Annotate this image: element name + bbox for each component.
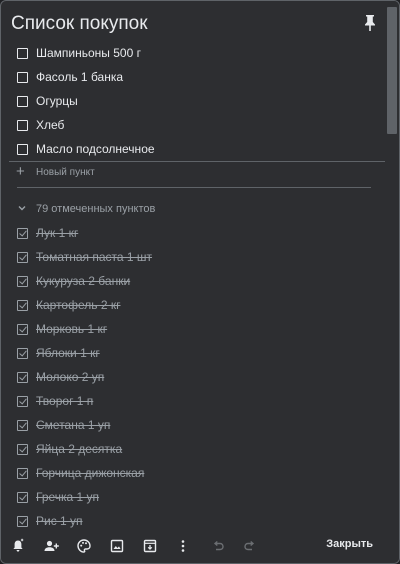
new-item-row[interactable]: + Новый пункт xyxy=(1,163,385,183)
list-item-label[interactable]: Картофель 2 кг xyxy=(36,298,120,312)
checkbox-checked[interactable] xyxy=(17,227,28,239)
list-item-label[interactable]: Гречка 1 уп xyxy=(36,490,99,504)
list-item-label[interactable]: Морковь 1 кг xyxy=(36,322,107,336)
checked-list-item[interactable]: Творог 1 п xyxy=(1,389,385,413)
checkbox-checked[interactable] xyxy=(17,491,28,503)
list-item-label[interactable]: Масло подсолнечное xyxy=(36,142,155,156)
note-toolbar: Закрыть xyxy=(1,529,399,563)
list-item-label[interactable]: Рис 1 уп xyxy=(36,514,83,528)
checkbox-checked[interactable] xyxy=(17,395,28,407)
checkbox-checked[interactable] xyxy=(17,299,28,311)
checkbox-checked[interactable] xyxy=(17,275,28,287)
checked-list-item[interactable]: Картофель 2 кг xyxy=(1,293,385,317)
checkbox[interactable] xyxy=(17,119,28,131)
checkbox-checked[interactable] xyxy=(17,467,28,479)
scrollbar-thumb[interactable] xyxy=(387,7,397,134)
redo-icon[interactable] xyxy=(242,538,258,554)
checkbox-checked[interactable] xyxy=(17,323,28,335)
checkbox[interactable] xyxy=(17,143,28,155)
scrollbar[interactable] xyxy=(385,1,399,529)
list-item-label[interactable]: Фасоль 1 банка xyxy=(36,70,123,84)
note-content[interactable]: Список покупок Шампиньоны 500 г Фасоль 1 … xyxy=(1,1,385,529)
list-item-label[interactable]: Молоко 2 уп xyxy=(36,370,104,384)
palette-icon[interactable] xyxy=(76,538,92,554)
section-divider xyxy=(17,187,371,188)
more-icon[interactable] xyxy=(175,538,191,554)
list-item-label[interactable]: Яйца 2 десятка xyxy=(36,442,122,456)
undo-icon[interactable] xyxy=(210,538,226,554)
checked-list-item[interactable]: Гречка 1 уп xyxy=(1,485,385,509)
new-item-placeholder: Новый пункт xyxy=(36,167,95,178)
list-item-label[interactable]: Сметана 1 уп xyxy=(36,418,110,432)
list-divider xyxy=(9,161,385,162)
checked-list-item[interactable]: Яблоки 1 кг xyxy=(1,341,385,365)
list-item-label[interactable]: Огурцы xyxy=(36,94,78,108)
list-item-label[interactable]: Яблоки 1 кг xyxy=(36,346,100,360)
list-item-label[interactable]: Горчица дижонская xyxy=(36,466,144,480)
checkbox-checked[interactable] xyxy=(17,443,28,455)
list-item[interactable]: Масло подсолнечное xyxy=(1,137,385,161)
checked-items-toggle[interactable]: 79 отмеченных пунктов xyxy=(1,199,385,219)
checkbox-checked[interactable] xyxy=(17,515,28,527)
list-item[interactable]: Фасоль 1 банка xyxy=(1,65,385,89)
list-item[interactable]: Шампиньоны 500 г xyxy=(1,41,385,65)
plus-icon: + xyxy=(16,163,25,180)
note-editor: Список покупок Шампиньоны 500 г Фасоль 1 … xyxy=(0,0,400,564)
list-item-label[interactable]: Томатная паста 1 шт xyxy=(36,250,152,264)
checkbox[interactable] xyxy=(17,95,28,107)
chevron-down-icon xyxy=(18,206,26,211)
checkbox[interactable] xyxy=(17,71,28,83)
checked-list-item[interactable]: Горчица дижонская xyxy=(1,461,385,485)
checked-list-item[interactable]: Сметана 1 уп xyxy=(1,413,385,437)
list-item[interactable]: Огурцы xyxy=(1,89,385,113)
checkbox-checked[interactable] xyxy=(17,251,28,263)
checkbox-checked[interactable] xyxy=(17,347,28,359)
pin-icon[interactable] xyxy=(361,13,379,33)
checked-list-item[interactable]: Томатная паста 1 шт xyxy=(1,245,385,269)
list-item-label[interactable]: Хлеб xyxy=(36,118,64,132)
checked-items-count: 79 отмеченных пунктов xyxy=(36,203,156,215)
image-icon[interactable] xyxy=(109,538,125,554)
note-title[interactable]: Список покупок xyxy=(11,13,148,35)
close-button[interactable]: Закрыть xyxy=(326,538,373,550)
reminder-icon[interactable] xyxy=(10,538,26,554)
checked-list-item[interactable]: Кукуруза 2 банки xyxy=(1,269,385,293)
checked-list-item[interactable]: Лук 1 кг xyxy=(1,221,385,245)
archive-icon[interactable] xyxy=(142,538,158,554)
collaborator-icon[interactable] xyxy=(43,538,59,554)
list-item-label[interactable]: Лук 1 кг xyxy=(36,226,78,240)
checked-list-item[interactable]: Яйца 2 десятка xyxy=(1,437,385,461)
checked-list-item[interactable]: Рис 1 уп xyxy=(1,509,385,529)
checkbox[interactable] xyxy=(17,47,28,59)
checked-list-item[interactable]: Молоко 2 уп xyxy=(1,365,385,389)
list-item-label[interactable]: Шампиньоны 500 г xyxy=(36,46,141,60)
checkbox-checked[interactable] xyxy=(17,371,28,383)
list-item[interactable]: Хлеб xyxy=(1,113,385,137)
checkbox-checked[interactable] xyxy=(17,419,28,431)
list-item-label[interactable]: Кукуруза 2 банки xyxy=(36,274,130,288)
list-item-label[interactable]: Творог 1 п xyxy=(36,394,93,408)
checked-list-item[interactable]: Морковь 1 кг xyxy=(1,317,385,341)
